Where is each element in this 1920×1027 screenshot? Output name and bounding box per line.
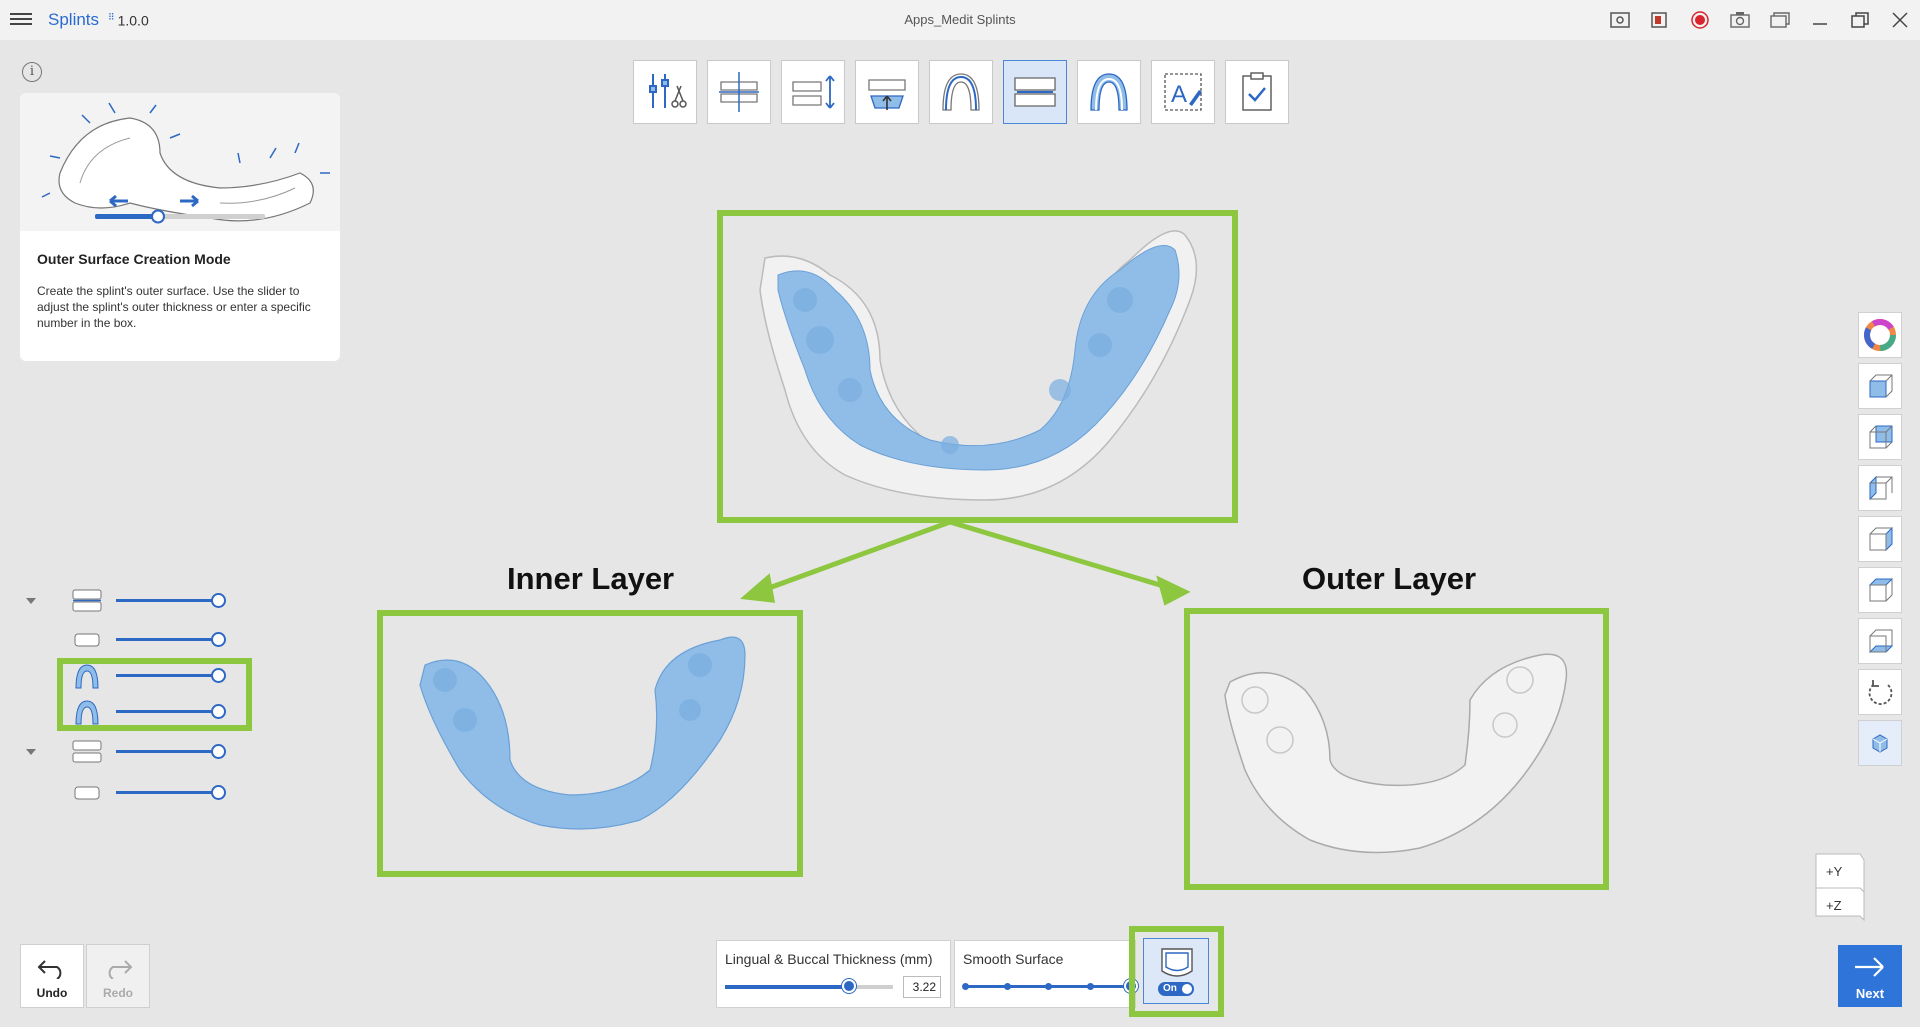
axis-z-label: +Z [1826, 898, 1842, 913]
left-view-icon [1869, 475, 1893, 501]
lower-scan-icon[interactable] [70, 779, 104, 807]
thickness-input[interactable]: 3.22 [903, 976, 941, 998]
collapse-arrow-icon[interactable] [24, 745, 38, 759]
solid-view-button[interactable] [1858, 720, 1902, 766]
view-toolbar [1858, 312, 1902, 771]
layer-row-lower-scan [0, 779, 240, 807]
next-button[interactable]: Next [1838, 945, 1902, 1007]
layer-opacity-slider[interactable] [116, 783, 226, 803]
upper-jaw-icon[interactable] [70, 587, 104, 615]
layer-row-upper-jaw [0, 587, 240, 615]
inner-layer-highlight [377, 610, 803, 877]
back-view-icon [1869, 425, 1893, 449]
smooth-surface-slider[interactable] [962, 979, 1138, 993]
layer-opacity-slider[interactable] [116, 630, 226, 650]
layer-row-upper-scan [0, 626, 240, 654]
combined-splint-highlight [717, 210, 1238, 523]
outer-layer-label: Outer Layer [1302, 561, 1477, 596]
thickness-label: Lingual & Buccal Thickness (mm) [725, 951, 933, 967]
axis-orientation-cube[interactable]: +Y +Z [1812, 850, 1868, 924]
undo-label: Undo [36, 986, 68, 1000]
undo-arrow-icon [37, 960, 62, 980]
next-label: Next [1855, 986, 1885, 1001]
redo-button[interactable]: Redo [86, 944, 150, 1008]
right-view-icon [1869, 526, 1893, 552]
axis-y-label: +Y [1826, 864, 1843, 879]
undo-button[interactable]: Undo [20, 944, 84, 1008]
left-view-button[interactable] [1858, 465, 1902, 511]
back-view-button[interactable] [1858, 414, 1902, 460]
reset-rotation-button[interactable] [1858, 669, 1902, 715]
smooth-step-dot [1045, 983, 1052, 990]
smooth-surface-label: Smooth Surface [963, 951, 1064, 967]
thickness-slider[interactable] [725, 979, 893, 993]
split-arrows [740, 519, 1191, 606]
lower-jaw-icon[interactable] [70, 738, 104, 766]
bottom-view-icon [1868, 629, 1894, 653]
smooth-step-dot [962, 983, 969, 990]
top-view-icon [1868, 578, 1894, 602]
smooth-surface-panel: Smooth Surface [954, 940, 1138, 1008]
color-wheel-icon [1864, 319, 1896, 351]
top-view-button[interactable] [1858, 567, 1902, 613]
smooth-step-dot [1003, 983, 1011, 990]
front-view-icon [1869, 374, 1893, 398]
thickness-panel: Lingual & Buccal Thickness (mm) 3.22 [716, 940, 951, 1008]
redo-label: Redo [103, 986, 133, 1000]
layer-opacity-slider[interactable] [116, 591, 226, 611]
upper-scan-icon[interactable] [70, 626, 104, 654]
toggle-highlight [1129, 926, 1224, 1017]
solid-view-icon [1872, 734, 1888, 753]
smooth-step-dot [1086, 983, 1094, 990]
front-view-button[interactable] [1858, 363, 1902, 409]
bottom-view-button[interactable] [1858, 618, 1902, 664]
reset-rotation-icon [1868, 680, 1893, 705]
right-view-button[interactable] [1858, 516, 1902, 562]
layer-opacity-slider[interactable] [116, 742, 226, 762]
splint-layers-highlight [57, 658, 252, 731]
redo-arrow-icon [108, 960, 133, 980]
thickness-slider-fill [725, 985, 850, 989]
color-wheel-button[interactable] [1858, 312, 1902, 358]
arrow-right-icon [1855, 957, 1884, 977]
collapse-arrow-icon[interactable] [24, 594, 38, 608]
thickness-slider-handle[interactable] [842, 979, 857, 993]
inner-layer-label: Inner Layer [507, 561, 675, 596]
layer-row-lower-jaw [0, 738, 240, 766]
outer-layer-highlight [1184, 608, 1609, 890]
